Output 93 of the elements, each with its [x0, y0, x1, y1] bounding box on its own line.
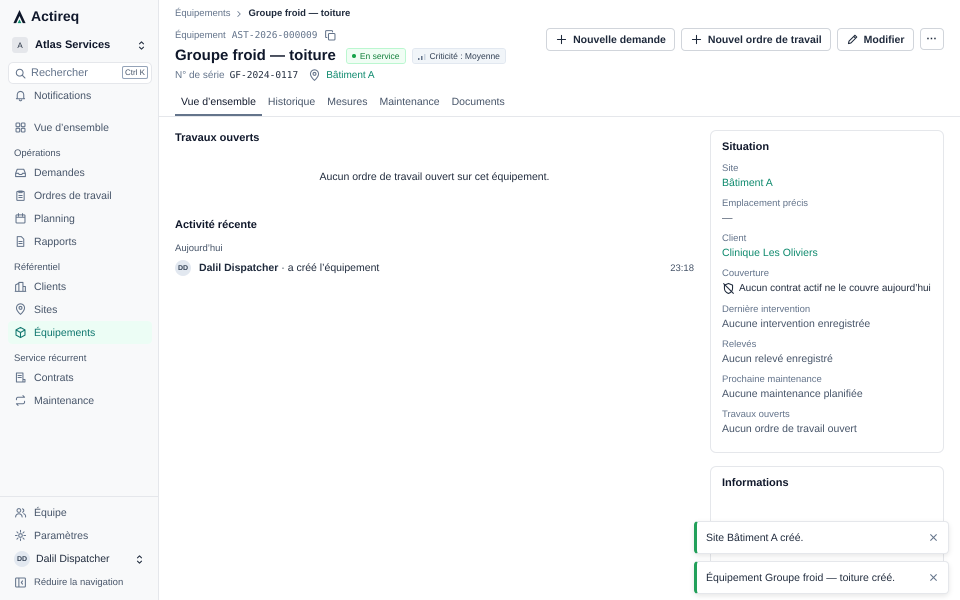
field-label: Site	[722, 163, 740, 174]
nav-section-heading: Service récurrent	[13, 352, 88, 366]
nav-item[interactable]: Paramètres	[8, 524, 152, 547]
nav-item[interactable]: Demandes	[8, 161, 152, 184]
field-value: Aucun contrat actif ne le couvre aujourd’hui	[739, 283, 931, 294]
nav-item[interactable]: Ordres de travail	[8, 184, 152, 207]
close-icon	[927, 571, 940, 584]
field-label: Client	[722, 233, 748, 244]
shield-off-icon	[722, 282, 735, 295]
nav-item[interactable]: Clients	[8, 275, 152, 298]
field-label: Dernière intervention	[722, 304, 812, 315]
nav-item[interactable]: Maintenance	[8, 389, 152, 412]
close-icon	[927, 531, 940, 544]
logo-icon	[12, 8, 27, 24]
copy-button[interactable]	[324, 29, 336, 42]
copy-icon	[324, 29, 336, 42]
nav-section-heading: Référentiel	[13, 261, 61, 275]
field-label: Travaux ouverts	[722, 409, 791, 420]
nav-item[interactable]: Planning	[8, 207, 152, 230]
tab[interactable]: Mesures	[321, 91, 374, 116]
toast-message: Site Bâtiment A créé.	[706, 532, 804, 544]
people-icon	[14, 506, 27, 519]
close-button[interactable]	[927, 531, 940, 544]
toast-message: Équipement Groupe froid — toiture créé.	[706, 572, 896, 584]
day-label: Aujourd’hui	[175, 243, 224, 254]
tab[interactable]: Vue d’ensemble	[175, 91, 262, 116]
nav-item[interactable]: Notifications	[8, 84, 152, 107]
brand-name: Actireq	[31, 8, 80, 24]
section-title: Activité récente	[175, 219, 258, 231]
field-value: —	[722, 212, 734, 224]
plus-icon	[555, 33, 568, 46]
plus-icon	[690, 33, 703, 46]
empty-state-message: Aucun ordre de travail ouvert sur cet équipement.	[318, 171, 550, 183]
map-pin-icon	[308, 69, 322, 82]
card-title: Situation	[722, 141, 770, 153]
activity-time: 23:18	[670, 262, 694, 274]
clipboard-icon	[14, 189, 27, 202]
nav-section-heading: Opérations	[13, 147, 62, 161]
bell-icon	[14, 89, 27, 102]
nav-item[interactable]: Équipe	[8, 501, 152, 524]
field-value: Aucune maintenance planifiée	[722, 388, 864, 400]
close-button[interactable]	[927, 571, 940, 584]
nav-item[interactable]: Contrats	[8, 366, 152, 389]
map-pin-icon	[14, 303, 27, 316]
cube-icon	[14, 326, 27, 339]
serial-label: N° de série	[175, 70, 225, 81]
search-icon	[14, 67, 27, 80]
calendar-icon	[14, 212, 27, 225]
document-icon	[14, 235, 27, 248]
section-title: Travaux ouverts	[175, 132, 260, 144]
field-value: Aucun relevé enregistré	[722, 353, 834, 365]
card-title: Informations	[722, 477, 790, 489]
field-label: Couverture	[722, 268, 770, 279]
tab[interactable]: Maintenance	[373, 91, 446, 116]
repeat-icon	[14, 394, 27, 407]
contract-icon	[14, 371, 27, 384]
field-link[interactable]: Clinique Les Oliviers	[722, 247, 932, 259]
more-button[interactable]: ···	[920, 28, 944, 50]
page-title: Groupe froid — toiture	[175, 47, 336, 64]
edit-button[interactable]: Modifier	[836, 28, 914, 51]
action-button[interactable]: Nouvelle demande	[546, 28, 675, 51]
serial-number: GF-2024-0117	[230, 70, 298, 81]
tab[interactable]: Documents	[446, 91, 511, 116]
pencil-icon	[846, 33, 859, 46]
breadcrumb-current: Groupe froid — toiture	[248, 8, 350, 19]
field-label: Relevés	[722, 339, 758, 350]
site-link[interactable]: Bâtiment A	[326, 70, 375, 81]
gear-icon	[14, 529, 27, 542]
nav-item[interactable]: Rapports	[8, 230, 152, 253]
asset-type-label: Équipement	[175, 30, 226, 41]
nav-item[interactable]: Sites	[8, 298, 152, 321]
tab[interactable]: Historique	[262, 91, 322, 116]
collapse-navigation-link[interactable]: Réduire la navigation	[8, 571, 152, 594]
asset-code: AST-2026-000009	[232, 30, 318, 41]
field-label: Emplacement précis	[722, 198, 810, 209]
field-value: Aucune intervention enregistrée	[722, 318, 872, 330]
criticality-badge: Criticité : Moyenne	[412, 48, 506, 64]
action-button[interactable]: Nouvel ordre de travail	[680, 28, 831, 51]
field-label: Prochaine maintenance	[722, 374, 823, 385]
sidebar-collapse-icon	[14, 576, 27, 589]
nav-item[interactable]: Vue d’ensemble	[8, 116, 152, 139]
building-icon	[14, 280, 27, 293]
actor-name: Dalil Dispatcher	[199, 262, 278, 274]
field-value: Aucun ordre de travail ouvert	[722, 423, 858, 435]
keyboard-shortcut: Ctrl K	[122, 66, 148, 79]
grid-icon	[14, 121, 27, 134]
organization-switcher[interactable]: A Atlas Services	[8, 34, 152, 56]
nav-item[interactable]: Équipements	[8, 321, 152, 344]
activity-text: · a créé l’équipement	[281, 262, 380, 274]
breadcrumb-link[interactable]: Équipements	[175, 8, 230, 19]
field-link[interactable]: Bâtiment A	[722, 177, 932, 189]
status-badge: En service	[346, 48, 406, 64]
inbox-icon	[14, 166, 27, 179]
